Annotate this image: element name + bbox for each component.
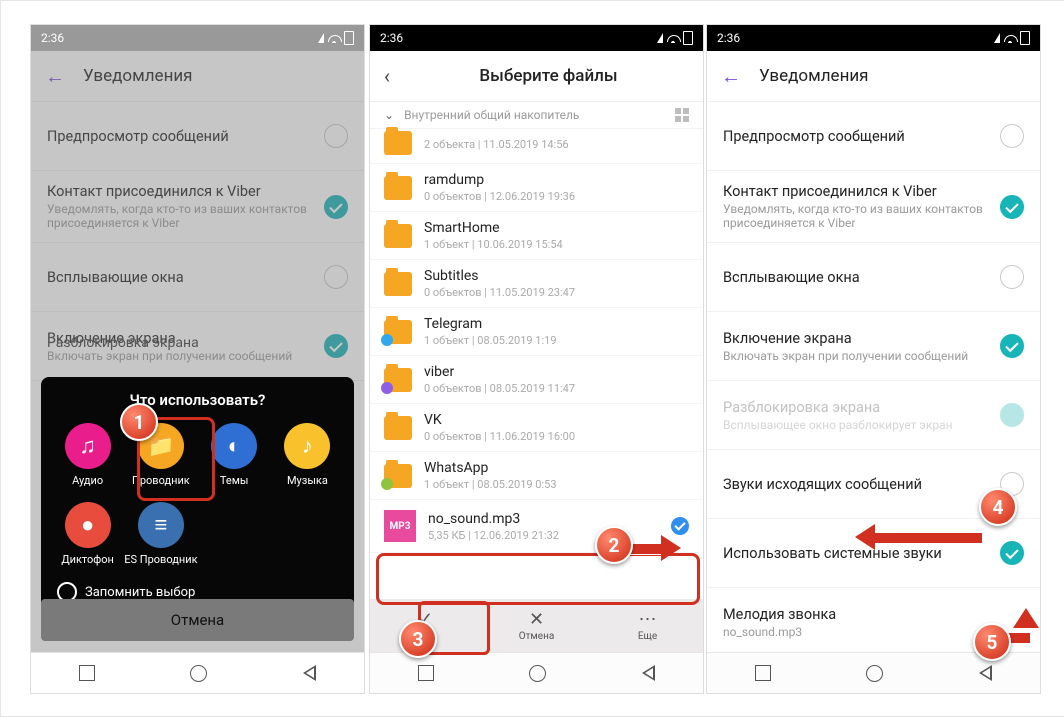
phone-3: 2:36 ← Уведомления Предпросмотр сообщени… bbox=[706, 24, 1041, 694]
more-button[interactable]: ⋯Еще bbox=[592, 599, 703, 653]
selected-check-icon bbox=[671, 517, 689, 535]
status-bar: 2:36 bbox=[370, 25, 703, 51]
app-bar: ‹ Выберите файлы bbox=[370, 51, 703, 102]
status-bar: 2:36 bbox=[31, 25, 364, 51]
file-row[interactable]: WhatsApp1 объект | 08.05.2019 0:53 bbox=[370, 452, 703, 500]
pref-message-preview[interactable]: Предпросмотр сообщений bbox=[707, 102, 1040, 171]
music-icon: ♪ bbox=[284, 423, 330, 469]
arrow-icon bbox=[627, 537, 687, 567]
nav-back-icon[interactable] bbox=[642, 665, 655, 681]
callout-2: 2 bbox=[595, 526, 633, 564]
folder-icon bbox=[384, 272, 412, 296]
checkbox-icon bbox=[1000, 403, 1024, 427]
folder-icon bbox=[384, 176, 412, 200]
chooser-app-es[interactable]: ≡ ES Проводник bbox=[124, 502, 197, 567]
folder-icon bbox=[384, 320, 412, 344]
clock: 2:36 bbox=[380, 31, 403, 45]
app-bar: ← Уведомления bbox=[707, 51, 1040, 102]
pref-screen-on[interactable]: Включение экранаВключать экран при получ… bbox=[707, 312, 1040, 381]
checkbox-icon[interactable] bbox=[1000, 334, 1024, 358]
grid-view-icon[interactable] bbox=[675, 108, 689, 122]
nav-home-icon[interactable] bbox=[529, 665, 546, 682]
nav-bar bbox=[31, 652, 364, 693]
clock: 2:36 bbox=[41, 31, 64, 45]
folder-icon bbox=[384, 416, 412, 440]
page-title: Выберите файлы bbox=[408, 66, 689, 86]
phone-2: 2:36 ‹ Выберите файлы ⌄ Внутренний общий… bbox=[369, 24, 704, 694]
status-bar: 2:36 bbox=[707, 25, 1040, 51]
chooser-sheet: Что использовать? ♫ Аудио 📁 Проводник ◐ … bbox=[41, 377, 354, 614]
truncated-row: Разблокировка экрана bbox=[47, 335, 199, 351]
palette-icon: ◐ bbox=[211, 423, 257, 469]
nav-recents-icon[interactable] bbox=[755, 665, 771, 681]
nav-bar bbox=[370, 652, 703, 693]
more-icon: ⋯ bbox=[639, 611, 657, 629]
nav-recents-icon[interactable] bbox=[418, 665, 434, 681]
folder-icon bbox=[384, 368, 412, 392]
cancel-button[interactable]: Отмена bbox=[41, 599, 354, 641]
chooser-app-music[interactable]: ♪ Музыка bbox=[271, 423, 344, 488]
pref-popups[interactable]: Всплывающие окна bbox=[707, 243, 1040, 312]
nav-recents-icon[interactable] bbox=[79, 665, 95, 681]
back-arrow-icon[interactable]: ← bbox=[721, 64, 741, 89]
nav-back-icon[interactable] bbox=[979, 665, 992, 681]
chevron-down-icon: ⌄ bbox=[384, 108, 394, 122]
nav-home-icon[interactable] bbox=[190, 665, 207, 682]
file-row[interactable]: viber0 объектов | 08.05.2019 11:47 bbox=[370, 356, 703, 404]
folder-icon bbox=[384, 464, 412, 488]
chooser-app-recorder[interactable]: ● Диктофон bbox=[51, 502, 124, 567]
folder-icon bbox=[384, 131, 412, 155]
file-row[interactable]: Telegram1 объект | 08.05.2019 1:19 bbox=[370, 308, 703, 356]
file-row[interactable]: Subtitles0 объектов | 11.05.2019 23:47 bbox=[370, 260, 703, 308]
file-row[interactable]: ramdump0 объектов | 12.06.2019 19:36 bbox=[370, 164, 703, 212]
close-icon: ✕ bbox=[529, 611, 544, 629]
pref-contact-joined[interactable]: Контакт присоединился к ViberУведомлять,… bbox=[707, 171, 1040, 243]
chooser-app-themes[interactable]: ◐ Темы bbox=[198, 423, 271, 488]
checkbox-icon[interactable] bbox=[1000, 265, 1024, 289]
file-row[interactable]: SmartHome1 объект | 10.06.2019 15:54 bbox=[370, 212, 703, 260]
pref-unlock-screen: Разблокировка экранаВсплывающее окно раз… bbox=[707, 381, 1040, 450]
checkbox-icon[interactable] bbox=[1000, 541, 1024, 565]
callout-4: 4 bbox=[979, 488, 1017, 526]
folder-icon bbox=[384, 224, 412, 248]
clock: 2:36 bbox=[717, 31, 740, 45]
path-bar[interactable]: ⌄ Внутренний общий накопитель bbox=[370, 102, 703, 129]
callout-1: 1 bbox=[120, 403, 158, 441]
arrow-icon bbox=[851, 530, 981, 560]
music-note-icon: ♫ bbox=[65, 423, 111, 469]
checkbox-icon[interactable] bbox=[1000, 124, 1024, 148]
mp3-file-icon: MP3 bbox=[384, 510, 416, 542]
nav-home-icon[interactable] bbox=[866, 665, 883, 682]
chooser-title: Что использовать? bbox=[51, 391, 344, 409]
chooser-app-audio[interactable]: ♫ Аудио bbox=[51, 423, 124, 488]
cancel-button[interactable]: ✕Отмена bbox=[481, 599, 592, 653]
es-explorer-icon: ≡ bbox=[138, 502, 184, 548]
nav-back-icon[interactable] bbox=[303, 665, 316, 681]
checkbox-icon[interactable] bbox=[1000, 195, 1024, 219]
callout-3: 3 bbox=[399, 620, 437, 658]
page-title: Уведомления bbox=[759, 66, 869, 86]
phone-1: 2:36 ← Уведомления Предпросмотр сообщени… bbox=[30, 24, 365, 694]
callout-5: 5 bbox=[973, 623, 1011, 661]
mic-icon: ● bbox=[65, 502, 111, 548]
back-arrow-icon[interactable]: ‹ bbox=[384, 64, 390, 88]
file-row[interactable]: VK0 объектов | 11.06.2019 16:00 bbox=[370, 404, 703, 452]
file-row[interactable]: 2 объекта | 11.05.2019 14:56 bbox=[370, 129, 703, 164]
